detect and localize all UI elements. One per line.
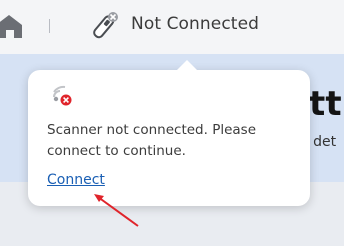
toolbar-divider [49, 19, 50, 33]
connection-popover: Scanner not connected. Please connect to… [28, 60, 310, 206]
home-icon[interactable] [0, 14, 22, 38]
wifi-error-icon [53, 85, 72, 106]
scanner-disconnected-icon[interactable] [86, 8, 122, 44]
connection-status[interactable]: Not Connected [131, 14, 259, 34]
connect-link[interactable]: Connect [47, 172, 105, 188]
popover-message: Scanner not connected. Please connect to… [47, 122, 257, 159]
annotation-arrow [94, 194, 139, 227]
popover-arrow [176, 60, 198, 71]
top-bar: Not Connected [0, 0, 344, 54]
